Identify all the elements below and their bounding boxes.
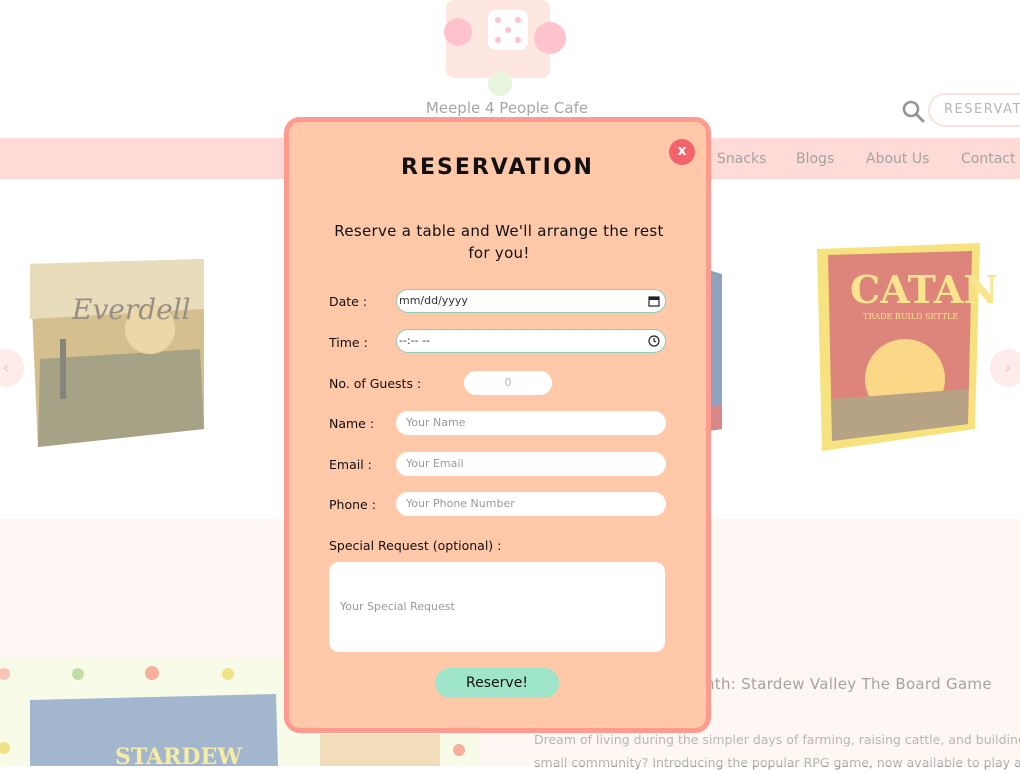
guests-input[interactable]: 0 <box>464 371 552 395</box>
email-label: Email : <box>329 457 372 472</box>
modal-subtitle: Reserve a table and We'll arrange the re… <box>334 222 664 262</box>
clock-icon[interactable] <box>648 335 660 347</box>
name-input[interactable]: Your Name <box>396 411 666 435</box>
date-field-value: mm/dd/yyyy <box>399 294 468 307</box>
date-field[interactable]: mm/dd/yyyy <box>396 289 666 313</box>
modal-title: RESERVATION <box>401 155 594 180</box>
reservation-modal: x RESERVATION Reserve a table and We'll … <box>284 117 711 733</box>
name-label: Name : <box>329 416 375 431</box>
special-request-textarea[interactable]: Your Special Request <box>329 562 665 652</box>
phone-input[interactable]: Your Phone Number <box>396 492 666 516</box>
time-label: Time : <box>329 335 368 350</box>
calendar-icon[interactable] <box>648 295 660 307</box>
phone-label: Phone : <box>329 497 376 512</box>
time-field[interactable]: --:-- -- <box>396 329 666 353</box>
date-label: Date : <box>329 294 368 309</box>
reserve-submit-button[interactable]: Reserve! <box>435 668 559 698</box>
guests-label: No. of Guests : <box>329 376 422 391</box>
email-input[interactable]: Your Email <box>396 452 666 476</box>
time-field-value: --:-- -- <box>399 334 431 347</box>
special-request-label: Special Request (optional) : <box>329 538 502 553</box>
